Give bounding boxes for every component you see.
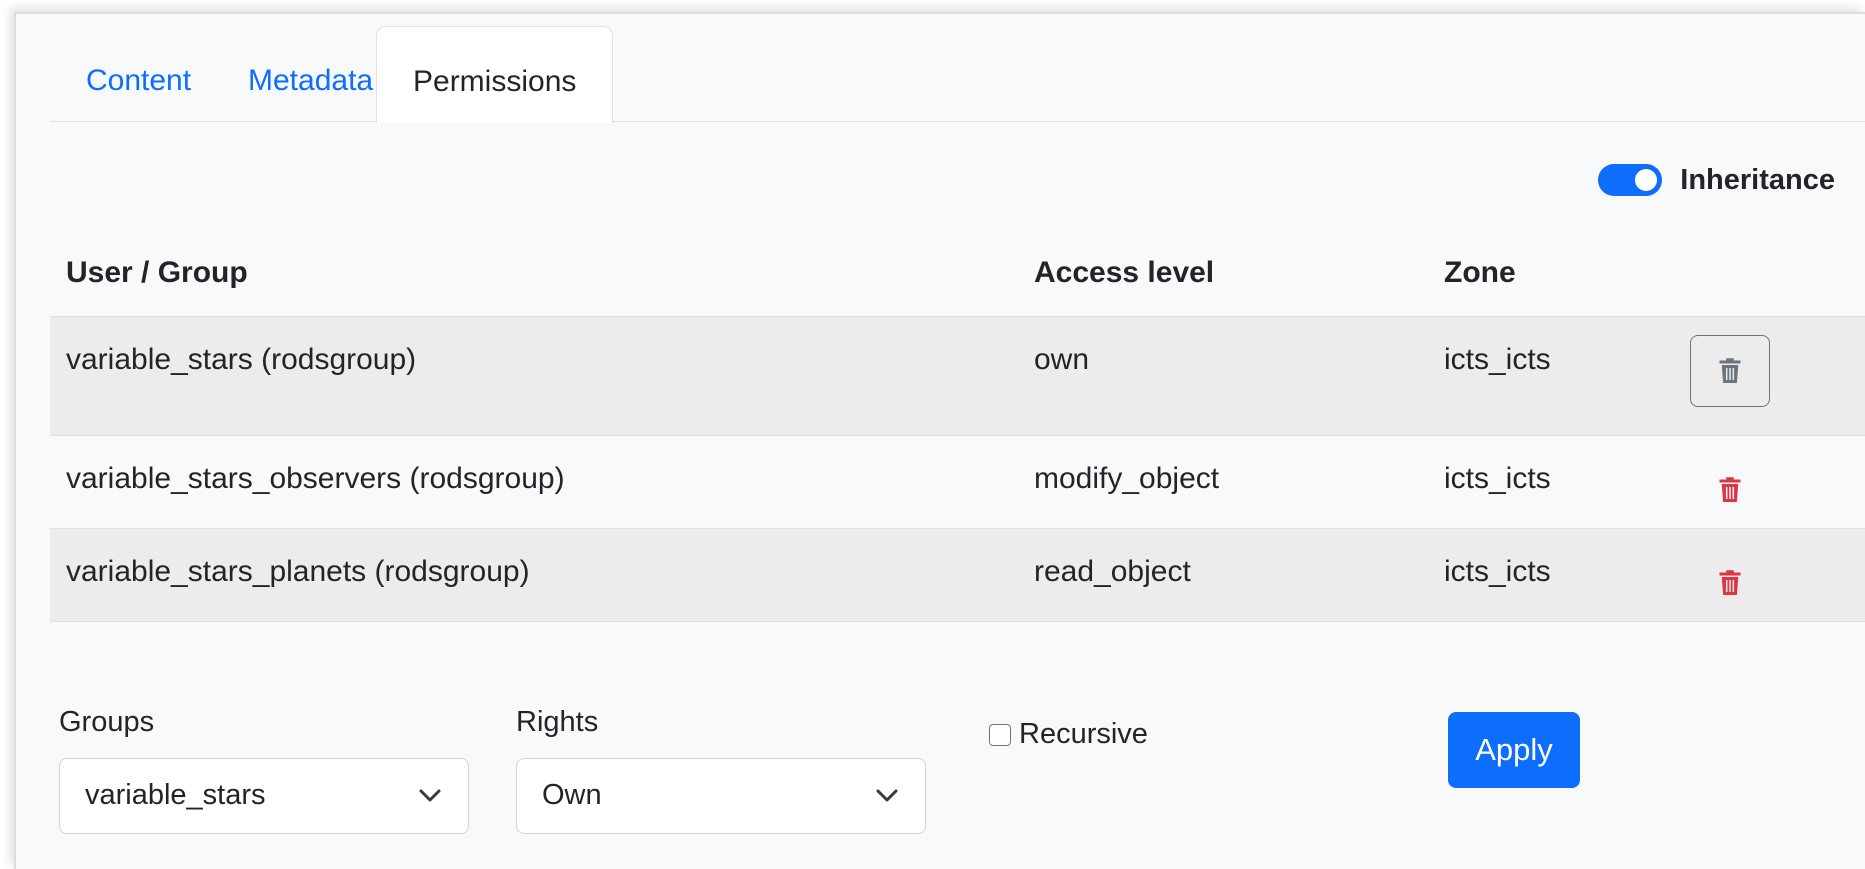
table-row: variable_stars_planets (rodsgroup) read_… xyxy=(50,529,1865,622)
inheritance-toggle-group: Inheritance xyxy=(1598,158,1835,202)
row-access: modify_object xyxy=(1034,462,1220,495)
trash-icon xyxy=(1719,570,1741,595)
row-user: variable_stars (rodsgroup) xyxy=(66,343,417,376)
tab-content[interactable]: Content xyxy=(50,26,227,121)
tab-permissions[interactable]: Permissions xyxy=(376,26,614,123)
row-zone: icts_icts xyxy=(1444,343,1551,376)
rights-select[interactable]: Own xyxy=(516,758,926,834)
groups-selected-value: variable_stars xyxy=(85,779,266,811)
inheritance-label: Inheritance xyxy=(1680,163,1835,196)
delete-permission-button[interactable] xyxy=(1690,563,1770,603)
table-row: variable_stars (rodsgroup) own icts_icts xyxy=(50,317,1865,436)
tab-bar: Content Metadata Permissions xyxy=(50,26,1865,123)
trash-icon xyxy=(1719,358,1741,383)
groups-select[interactable]: variable_stars xyxy=(59,758,469,834)
groups-label: Groups xyxy=(59,706,155,738)
chevron-down-icon xyxy=(419,789,441,802)
recursive-checkbox[interactable] xyxy=(989,723,1011,746)
rights-label: Rights xyxy=(516,706,599,738)
chevron-down-icon xyxy=(876,789,898,802)
header-user-group: User / Group xyxy=(66,256,248,289)
row-zone: icts_icts xyxy=(1444,462,1551,495)
permissions-panel: Content Metadata Permissions Inheritance… xyxy=(14,12,1865,869)
apply-button[interactable]: Apply xyxy=(1448,712,1580,788)
permissions-table: User / Group Access level Zone variable_… xyxy=(50,242,1865,622)
header-access-level: Access level xyxy=(1034,256,1215,289)
row-access: own xyxy=(1034,343,1090,376)
header-zone: Zone xyxy=(1444,256,1516,289)
row-zone: icts_icts xyxy=(1444,555,1551,588)
inheritance-switch[interactable] xyxy=(1598,164,1663,196)
trash-icon xyxy=(1719,477,1741,502)
row-access: read_object xyxy=(1034,555,1191,588)
switch-knob xyxy=(1635,169,1658,191)
recursive-option: Recursive xyxy=(989,718,1148,751)
delete-permission-button[interactable] xyxy=(1690,335,1770,407)
delete-permission-button[interactable] xyxy=(1690,470,1770,510)
rights-selected-value: Own xyxy=(542,779,602,811)
table-header: User / Group Access level Zone xyxy=(50,242,1865,317)
recursive-label: Recursive xyxy=(1019,718,1148,750)
row-user: variable_stars_observers (rodsgroup) xyxy=(66,462,565,495)
row-user: variable_stars_planets (rodsgroup) xyxy=(66,555,530,588)
table-row: variable_stars_observers (rodsgroup) mod… xyxy=(50,436,1865,529)
